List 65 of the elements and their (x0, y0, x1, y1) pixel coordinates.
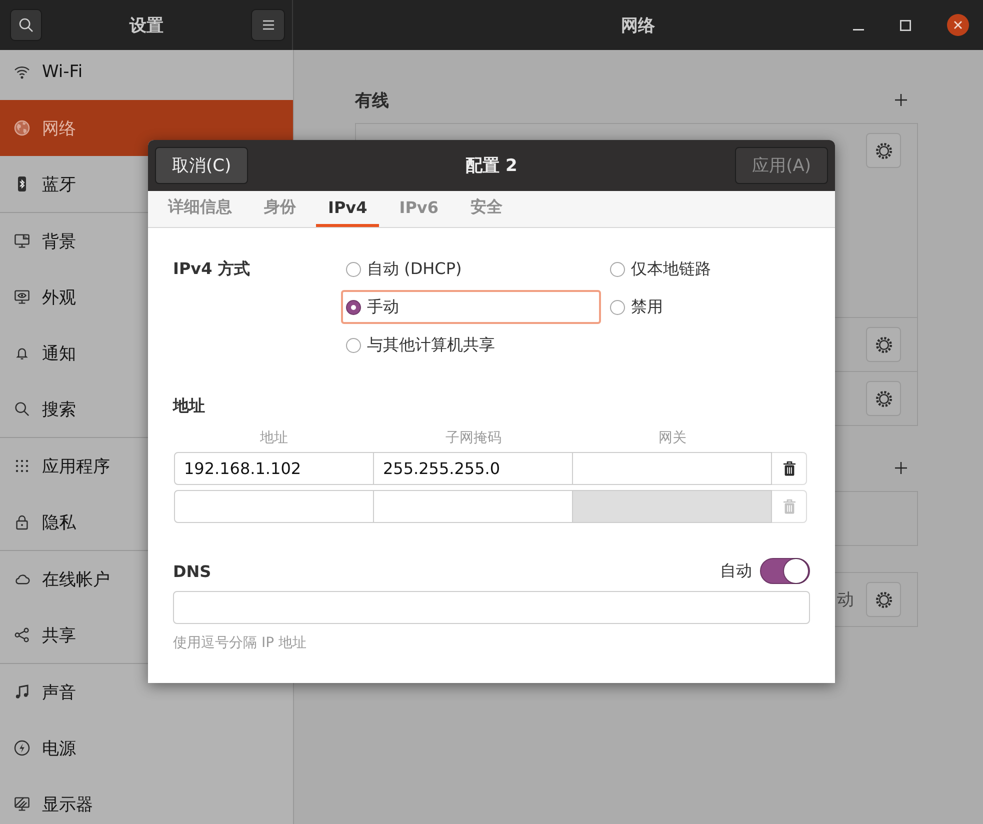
method-label: IPv4 方式 (173, 258, 251, 280)
dns-label: DNS (173, 562, 212, 580)
settings-button[interactable] (866, 582, 901, 617)
netmask-field[interactable] (374, 490, 573, 523)
settings-button[interactable] (866, 327, 901, 362)
cancel-button[interactable]: 取消(C) (155, 147, 248, 184)
sidebar-item[interactable]: 声音 (0, 664, 293, 720)
wifi-icon (14, 64, 30, 80)
sidebar-item[interactable]: 显示器 (0, 776, 293, 824)
monitor-eye-icon (14, 289, 30, 305)
sidebar-item[interactable]: Wi-Fi (0, 50, 293, 100)
netmask-field[interactable]: 255.255.255.0 (374, 452, 573, 485)
method-option[interactable]: 禁用 (605, 290, 712, 324)
window-title: 网络 (621, 14, 655, 36)
address-field[interactable]: 192.168.1.102 (174, 452, 374, 485)
dialog-title: 配置 2 (466, 155, 518, 177)
gear-icon (874, 390, 892, 408)
column-header: 地址 (259, 429, 289, 447)
gear-icon (874, 590, 892, 608)
sidebar-item[interactable]: 电源 (0, 720, 293, 776)
method-option[interactable]: 与其他计算机共享 (341, 328, 601, 362)
method-option[interactable]: 手动 (341, 290, 601, 324)
column-header: 网关 (658, 429, 688, 447)
trash-icon (782, 499, 796, 514)
monitor-icon (14, 233, 30, 249)
address-field[interactable] (174, 490, 374, 523)
auto-switch[interactable] (760, 558, 810, 584)
search-button[interactable] (10, 9, 42, 41)
menu-icon (262, 20, 274, 30)
sidebar-item[interactable]: 隐私 (0, 494, 293, 550)
share-icon (14, 627, 30, 643)
bell-icon (14, 345, 30, 361)
gear-icon (874, 142, 892, 160)
delete-button[interactable] (772, 452, 807, 485)
maximize-icon[interactable] (900, 20, 911, 30)
proxy-status: 动 (837, 589, 854, 611)
lightning-icon (14, 740, 30, 756)
dns-hint: 使用逗号分隔 IP 地址 (173, 634, 308, 652)
method-option[interactable]: 仅本地链路 (605, 252, 712, 286)
settings-button[interactable] (866, 381, 901, 416)
method-option[interactable]: 自动 (DHCP) (341, 252, 601, 286)
minimize-icon[interactable] (853, 29, 864, 31)
auto-label: 自动 (720, 560, 752, 582)
sidebar-item[interactable]: 通知 (0, 325, 293, 381)
section-heading: 有线 (355, 90, 389, 112)
sidebar-title: 设置 (128, 14, 164, 36)
menu-button[interactable] (251, 9, 285, 41)
tab[interactable]: IPv4 (316, 191, 380, 227)
gateway-field[interactable] (573, 452, 772, 485)
globe-icon (14, 120, 30, 136)
add-icon[interactable] (895, 94, 907, 106)
column-header: 子网掩码 (444, 429, 502, 447)
gear-icon (874, 336, 892, 354)
add-icon[interactable] (895, 462, 907, 474)
dns-input-field[interactable] (173, 591, 810, 624)
settings-button[interactable] (866, 133, 901, 168)
close-icon[interactable] (947, 14, 969, 36)
monitor-icon (14, 796, 30, 812)
search-icon (14, 401, 30, 417)
music-note-icon (14, 684, 30, 700)
trash-icon (782, 461, 796, 476)
grid-icon (14, 458, 30, 474)
lock-icon (14, 514, 30, 530)
search-icon (19, 18, 33, 32)
address-label: 地址 (173, 395, 206, 417)
